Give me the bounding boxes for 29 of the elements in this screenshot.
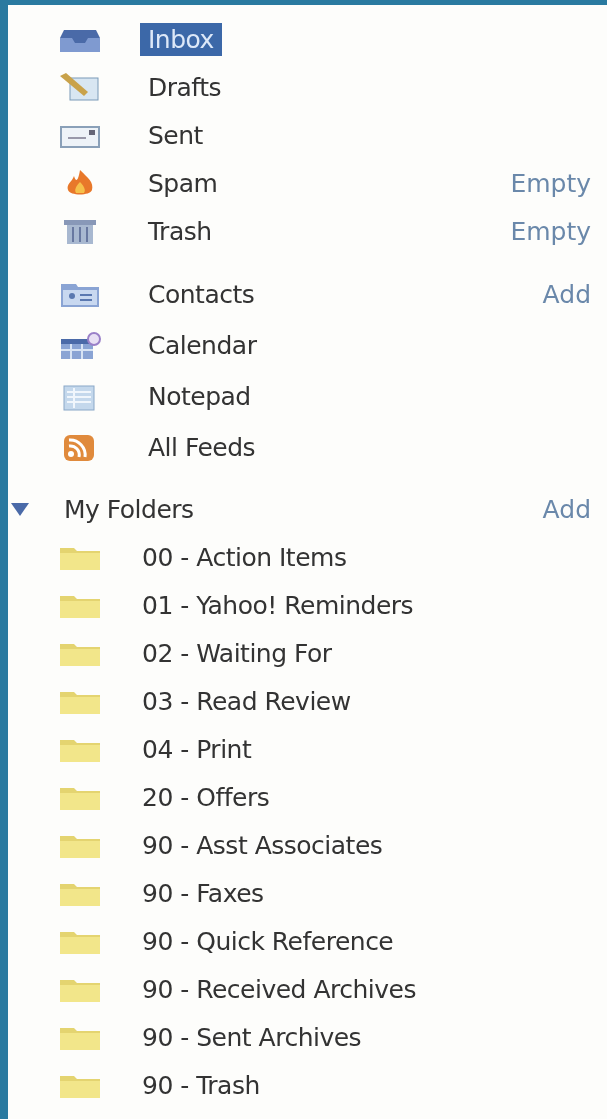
folder-link[interactable]: 03 - Read Review [138, 684, 355, 718]
expanded-triangle-icon[interactable] [10, 501, 30, 517]
folder-link[interactable]: All Feeds [144, 431, 260, 464]
calendar-icon [58, 330, 102, 361]
folder-link[interactable]: Drafts [144, 70, 226, 104]
pencil-page-icon [58, 72, 102, 102]
folder-link[interactable]: Inbox [140, 22, 222, 56]
folder-link[interactable]: Sent [144, 118, 207, 152]
folder-link[interactable]: Calendar [144, 329, 261, 362]
folder-link[interactable]: 90 - Received Archives [138, 972, 420, 1006]
folder-link[interactable]: 90 - Quick Reference [138, 924, 398, 958]
action-link[interactable]: Add [542, 280, 591, 309]
folder-link[interactable]: 20 - Offers [138, 780, 274, 814]
folder-link[interactable]: 02 - Waiting For [138, 636, 336, 670]
folder-link[interactable]: 90 - Trash [138, 1068, 264, 1102]
folder-link[interactable]: 90 - Asst Associates [138, 828, 387, 862]
folder-link[interactable]: 04 - Print [138, 732, 256, 766]
folder-link[interactable]: 00 - Action Items [138, 540, 351, 574]
action-link[interactable]: Empty [510, 168, 591, 198]
folder-link[interactable]: 90 - Sent Archives [138, 1020, 366, 1054]
action-link[interactable]: Add [542, 494, 591, 524]
action-link[interactable]: Empty [510, 216, 591, 246]
folder-link[interactable]: 90 - Faxes [138, 876, 268, 910]
folder-link[interactable]: Spam [144, 166, 222, 200]
folder-link[interactable]: Contacts [144, 278, 259, 311]
section-heading[interactable]: My Folders [64, 494, 194, 524]
folder-link[interactable]: Notepad [144, 380, 255, 413]
folder-link[interactable]: Trash [144, 214, 216, 248]
folder-link[interactable]: 01 - Yahoo! Reminders [138, 588, 418, 622]
